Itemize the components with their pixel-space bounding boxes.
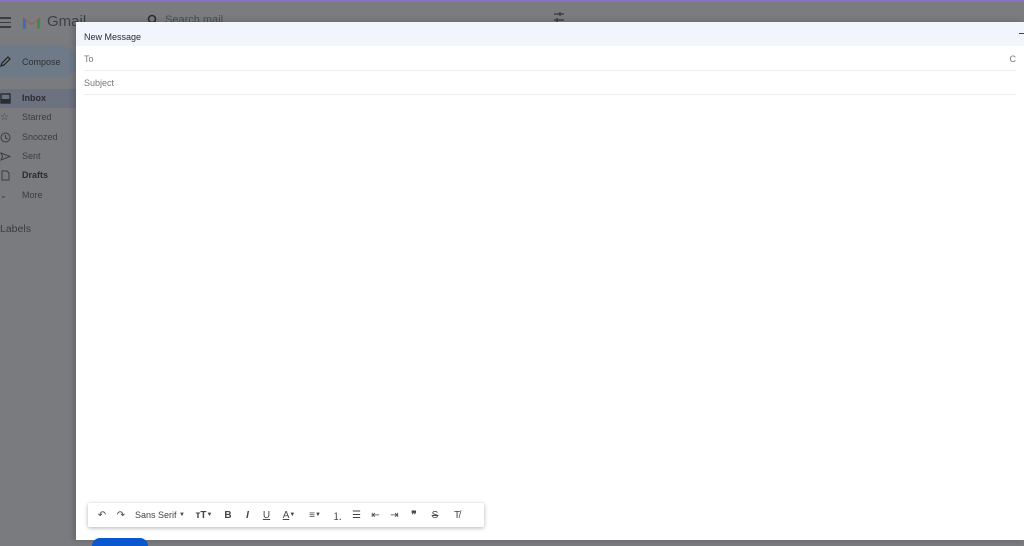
- to-label: To: [84, 54, 94, 64]
- sidebar-item-more[interactable]: ⌄ More: [0, 186, 76, 205]
- sidebar-item-snoozed[interactable]: Snoozed: [0, 128, 76, 147]
- cc-link[interactable]: C: [1010, 54, 1017, 64]
- draft-icon: [1, 170, 10, 181]
- indent-more-button[interactable]: ⇥: [385, 503, 404, 527]
- compose-header[interactable]: New Message: [76, 22, 1024, 46]
- sidebar-item-label: Inbox: [22, 93, 46, 103]
- main-menu-icon[interactable]: [0, 17, 11, 28]
- underline-button[interactable]: U: [257, 503, 276, 527]
- sidebar-item-drafts[interactable]: Drafts: [0, 166, 76, 185]
- sidebar-item-label: Starred: [22, 112, 52, 122]
- chevron-down-icon: ⌄: [0, 191, 7, 200]
- subject-label: Subject: [84, 78, 115, 88]
- star-icon: ☆: [0, 112, 9, 123]
- compose-window: New Message To C Subject ↶ ↷ Sans Serif …: [76, 22, 1024, 546]
- compose-button[interactable]: Compose: [0, 46, 76, 78]
- labels-heading: Labels: [0, 223, 31, 235]
- pencil-icon: [0, 56, 11, 67]
- sidebar-item-sent[interactable]: Sent: [0, 147, 76, 166]
- dropdown-arrow-icon: ▼: [206, 512, 213, 518]
- minimize-icon[interactable]: [1019, 33, 1024, 34]
- to-field[interactable]: To C: [84, 48, 1016, 71]
- redo-button[interactable]: ↷: [112, 503, 130, 527]
- sidebar-item-starred[interactable]: ☆ Starred: [0, 108, 76, 127]
- text-size-icon: тT: [195, 509, 207, 521]
- gmail-logo-icon[interactable]: [22, 14, 41, 29]
- compose-label: Compose: [22, 57, 61, 67]
- font-value: Sans Serif: [135, 510, 177, 520]
- undo-button[interactable]: ↶: [92, 503, 112, 527]
- dropdown-arrow-icon: ▼: [289, 512, 296, 518]
- send-button[interactable]: [92, 538, 148, 546]
- bold-button[interactable]: B: [218, 503, 238, 527]
- clock-icon: [0, 132, 11, 143]
- formatting-toolbar: ↶ ↷ Sans Serif ▼ тT ▼ B I U A ▼ ≡ ▼ ⒈ ☰ ⇤ ⇥…: [88, 503, 484, 527]
- subject-field[interactable]: Subject: [84, 72, 1016, 95]
- sidebar-item-label: Snoozed: [22, 132, 58, 142]
- dropdown-arrow-icon: ▼: [179, 512, 185, 518]
- sidebar-item-label: Sent: [22, 151, 41, 161]
- sidebar-item-label: Drafts: [22, 170, 49, 180]
- sidebar-item-label: More: [22, 190, 43, 200]
- dropdown-arrow-icon: ▼: [314, 512, 321, 518]
- send-icon: [0, 152, 11, 161]
- align-button[interactable]: ≡ ▼: [302, 503, 328, 527]
- inbox-icon: [0, 93, 11, 104]
- sidebar-item-inbox[interactable]: Inbox: [0, 89, 76, 108]
- message-body[interactable]: [84, 98, 1014, 498]
- text-size-button[interactable]: тT ▼: [190, 503, 218, 527]
- numbered-list-button[interactable]: ⒈: [328, 503, 347, 527]
- bulleted-list-button[interactable]: ☰: [347, 503, 366, 527]
- text-color-button[interactable]: A ▼: [276, 503, 302, 527]
- strikethrough-button[interactable]: S: [424, 503, 446, 527]
- remove-formatting-button[interactable]: T̸: [446, 503, 468, 527]
- indent-less-button[interactable]: ⇤: [366, 503, 385, 527]
- italic-button[interactable]: I: [238, 503, 257, 527]
- compose-title: New Message: [84, 32, 142, 42]
- text-color-icon: A: [282, 509, 290, 521]
- quote-button[interactable]: ❞: [404, 503, 424, 527]
- font-select[interactable]: Sans Serif ▼: [130, 503, 190, 527]
